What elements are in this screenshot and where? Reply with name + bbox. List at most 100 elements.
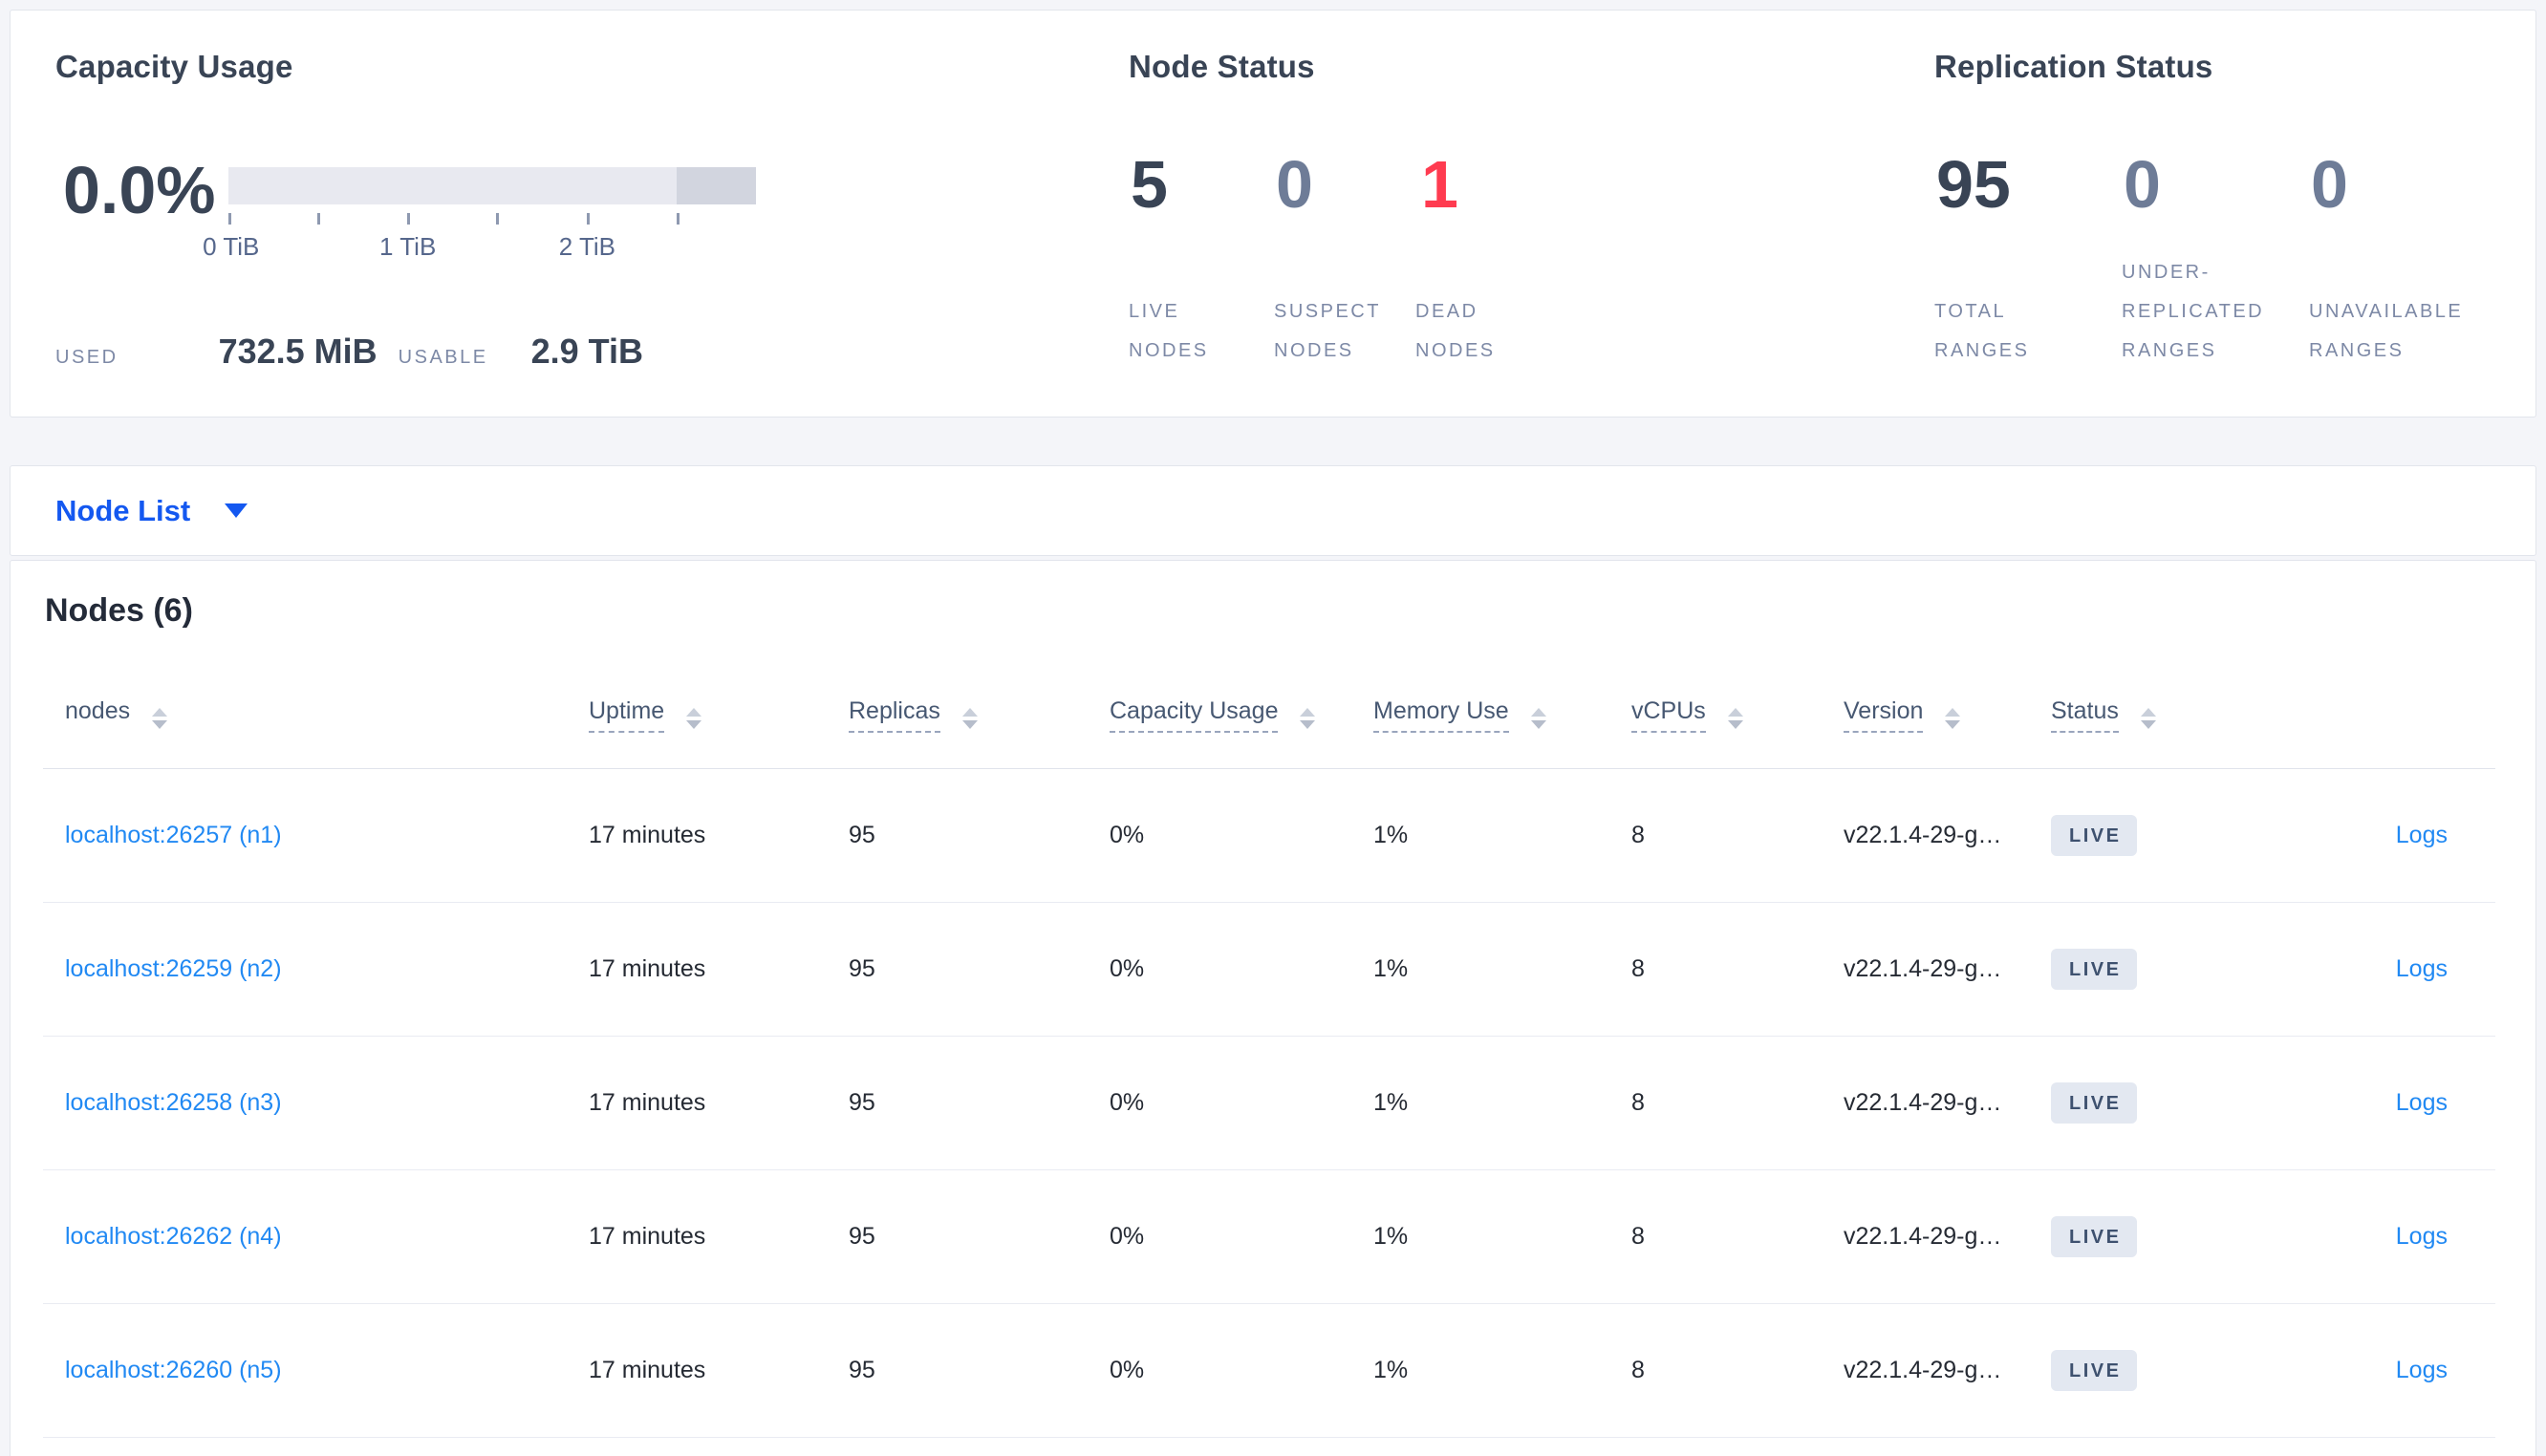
- capacity-usage-cell: 0%: [1110, 1357, 1145, 1383]
- sort-icon: [1945, 708, 1961, 729]
- column-header-version[interactable]: Version: [1844, 697, 2051, 733]
- memory-use-cell: 1%: [1373, 1089, 1409, 1116]
- capacity-usage-cell: 0%: [1110, 822, 1145, 848]
- table-row: localhost:26260 (n5) 17 minutes 95 0% 1%…: [43, 1304, 2495, 1438]
- unavailable-ranges-label: UNAVAILABLE RANGES: [2309, 301, 2464, 361]
- usable-label: USABLE: [398, 347, 488, 368]
- capacity-bar-reserved-segment: [677, 167, 756, 204]
- node-link[interactable]: localhost:26257 (n1): [65, 822, 282, 848]
- vcpus-cell: 8: [1631, 1223, 1645, 1250]
- version-cell: v22.1.4-29-g…: [1844, 1223, 2002, 1250]
- node-link[interactable]: localhost:26258 (n3): [65, 1089, 282, 1116]
- node-status-labels: LIVE NODES SUSPECT NODES DEAD NODES: [1129, 11, 1549, 371]
- column-header-replicas[interactable]: Replicas: [849, 697, 1110, 733]
- replicas-cell: 95: [849, 1089, 875, 1116]
- capacity-usage-cell: 0%: [1110, 1089, 1145, 1116]
- nodes-heading: Nodes (6): [45, 592, 193, 629]
- replicas-cell: 95: [849, 1357, 875, 1383]
- table-row: localhost:26257 (n1) 17 minutes 95 0% 1%…: [43, 769, 2495, 903]
- uptime-cell: 17 minutes: [589, 1089, 706, 1116]
- version-cell: v22.1.4-29-g…: [1844, 1089, 2002, 1116]
- vcpus-cell: 8: [1631, 955, 1645, 982]
- column-header-memory-use[interactable]: Memory Use: [1373, 697, 1631, 733]
- sort-icon: [1530, 708, 1546, 729]
- cluster-summary-panel: Capacity Usage 0.0% 0 TiB 1 TiB 2 TiB US…: [10, 10, 2536, 418]
- node-list-dropdown[interactable]: Node List: [55, 494, 248, 528]
- table-row: localhost:26258 (n3) 17 minutes 95 0% 1%…: [43, 1037, 2495, 1170]
- sort-icon: [686, 708, 702, 729]
- capacity-usage-section: Capacity Usage 0.0% 0 TiB 1 TiB 2 TiB US…: [55, 11, 1068, 417]
- vcpus-cell: 8: [1631, 1357, 1645, 1383]
- node-link[interactable]: localhost:26259 (n2): [65, 955, 282, 982]
- suspect-nodes-label: SUSPECT NODES: [1274, 301, 1381, 361]
- logs-link[interactable]: Logs: [2396, 955, 2448, 982]
- node-link[interactable]: localhost:26262 (n4): [65, 1223, 282, 1250]
- memory-use-cell: 1%: [1373, 1357, 1409, 1383]
- sort-icon: [961, 708, 978, 729]
- under-replicated-ranges-label: UNDER-REPLICATED RANGES: [2122, 262, 2265, 361]
- capacity-bar-track: [228, 167, 756, 204]
- capacity-usage-bar: 0 TiB 1 TiB 2 TiB: [203, 167, 756, 261]
- table-row: localhost:26262 (n4) 17 minutes 95 0% 1%…: [43, 1170, 2495, 1304]
- uptime-cell: 17 minutes: [589, 955, 706, 982]
- nodes-table-header: nodes Uptime Replicas Capacity Usage Mem…: [43, 645, 2495, 769]
- capacity-usage-cell: 0%: [1110, 1223, 1145, 1250]
- replication-labels: TOTAL RANGES UNDER-REPLICATED RANGES UNA…: [1934, 11, 2529, 371]
- status-badge: LIVE: [2051, 949, 2138, 990]
- version-cell: v22.1.4-29-g…: [1844, 822, 2002, 848]
- status-badge: LIVE: [2051, 1082, 2138, 1124]
- replicas-cell: 95: [849, 822, 875, 848]
- capacity-axis-labels: 0 TiB 1 TiB 2 TiB: [203, 232, 756, 261]
- column-header-uptime[interactable]: Uptime: [589, 697, 849, 733]
- nodes-table: nodes Uptime Replicas Capacity Usage Mem…: [43, 645, 2495, 1438]
- sort-icon: [152, 708, 168, 729]
- vcpus-cell: 8: [1631, 822, 1645, 848]
- version-cell: v22.1.4-29-g…: [1844, 955, 2002, 982]
- usable-value: 2.9 TiB: [530, 332, 643, 371]
- sort-icon: [1727, 708, 1743, 729]
- caret-down-icon: [225, 503, 248, 518]
- column-header-status[interactable]: Status: [2051, 697, 2290, 733]
- status-badge: LIVE: [2051, 1216, 2138, 1257]
- used-label: USED: [55, 347, 119, 368]
- replicas-cell: 95: [849, 1223, 875, 1250]
- nodes-panel: Nodes (6) nodes Uptime Replicas Capacity…: [10, 560, 2536, 1456]
- table-row: localhost:26259 (n2) 17 minutes 95 0% 1%…: [43, 903, 2495, 1037]
- column-header-capacity-usage[interactable]: Capacity Usage: [1110, 697, 1373, 733]
- column-header-nodes[interactable]: nodes: [43, 697, 589, 729]
- sort-icon: [2140, 708, 2156, 729]
- capacity-stats: USED 732.5 MiB USABLE 2.9 TiB: [55, 332, 643, 372]
- node-status-section: Node Status 5 0 1 LIVE NODES SUSPECT NOD…: [1129, 11, 1874, 417]
- used-value: 732.5 MiB: [218, 332, 378, 371]
- node-link[interactable]: localhost:26260 (n5): [65, 1357, 282, 1383]
- capacity-usage-cell: 0%: [1110, 955, 1145, 982]
- uptime-cell: 17 minutes: [589, 1357, 706, 1383]
- column-header-vcpus[interactable]: vCPUs: [1631, 697, 1844, 733]
- status-badge: LIVE: [2051, 815, 2138, 856]
- vcpus-cell: 8: [1631, 1089, 1645, 1116]
- axis-label: 2 TiB: [558, 232, 615, 261]
- view-selector-bar: Node List: [10, 465, 2536, 556]
- dead-nodes-label: DEAD NODES: [1415, 301, 1496, 361]
- capacity-axis-ticks: [228, 213, 756, 226]
- logs-link[interactable]: Logs: [2396, 1357, 2448, 1383]
- capacity-percent-value: 0.0%: [63, 153, 216, 227]
- sort-icon: [1300, 708, 1316, 729]
- replication-status-section: Replication Status 95 0 0 TOTAL RANGES U…: [1934, 11, 2536, 417]
- memory-use-cell: 1%: [1373, 955, 1409, 982]
- capacity-usage-title: Capacity Usage: [55, 49, 293, 84]
- version-cell: v22.1.4-29-g…: [1844, 1357, 2002, 1383]
- memory-use-cell: 1%: [1373, 822, 1409, 848]
- status-badge: LIVE: [2051, 1350, 2138, 1391]
- uptime-cell: 17 minutes: [589, 1223, 706, 1250]
- logs-link[interactable]: Logs: [2396, 822, 2448, 848]
- logs-link[interactable]: Logs: [2396, 1223, 2448, 1250]
- uptime-cell: 17 minutes: [589, 822, 706, 848]
- memory-use-cell: 1%: [1373, 1223, 1409, 1250]
- total-ranges-label: TOTAL RANGES: [1934, 301, 2030, 361]
- live-nodes-label: LIVE NODES: [1129, 301, 1209, 361]
- node-list-dropdown-label: Node List: [55, 493, 191, 527]
- axis-label: 1 TiB: [379, 232, 437, 261]
- logs-link[interactable]: Logs: [2396, 1089, 2448, 1116]
- replicas-cell: 95: [849, 955, 875, 982]
